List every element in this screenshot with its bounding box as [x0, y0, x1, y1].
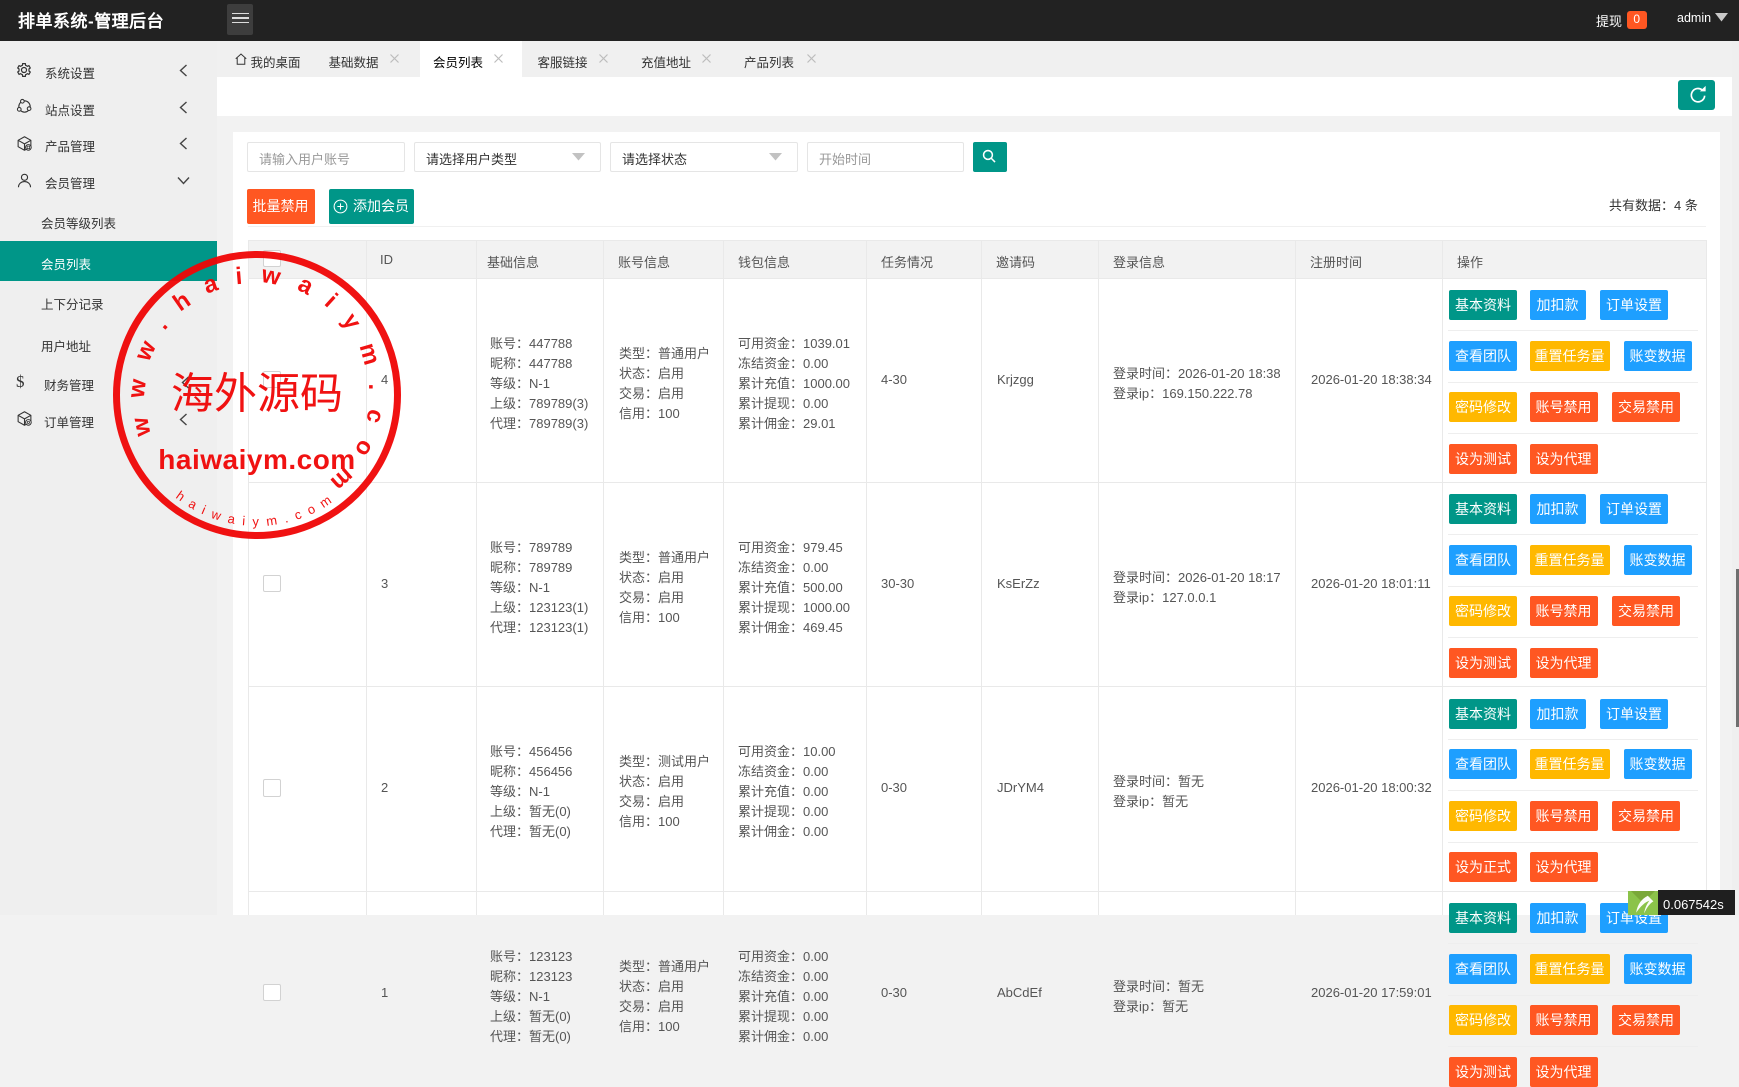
svg-text:海外源码: 海外源码: [171, 372, 343, 419]
svg-text:haiwaiym.com: haiwaiym.com: [158, 444, 355, 475]
